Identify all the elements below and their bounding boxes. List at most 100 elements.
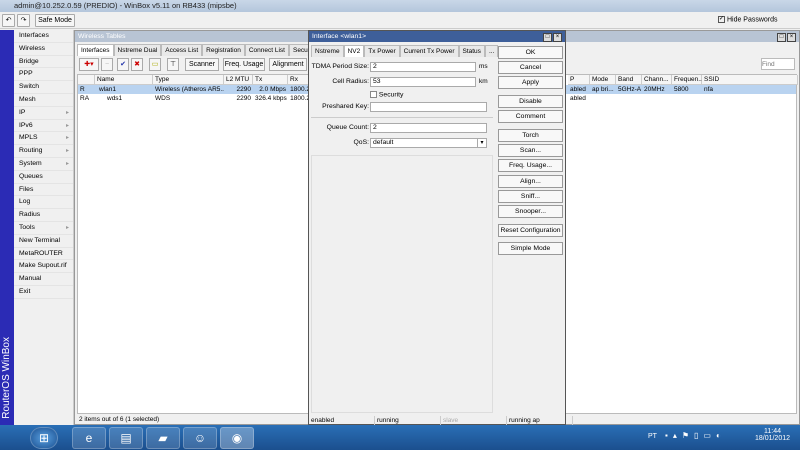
- alignment-button[interactable]: Alignment: [269, 58, 307, 71]
- table-cell-tx[interactable]: 326.4 kbps: [253, 94, 288, 103]
- table-cell-mtu[interactable]: 2290: [224, 94, 253, 103]
- scanner-button[interactable]: Scanner: [185, 58, 219, 71]
- table-cell-freq[interactable]: 5800: [672, 85, 702, 94]
- table-cell-type[interactable]: Wireless (Atheros AR5...: [153, 85, 224, 94]
- close-button[interactable]: ×: [787, 33, 796, 42]
- maximize-button[interactable]: □: [777, 33, 786, 42]
- tab-2[interactable]: Access List: [161, 44, 203, 56]
- enable-button[interactable]: ✔: [117, 58, 129, 71]
- table-cell-mode[interactable]: ap bri...: [590, 85, 616, 94]
- table-cell-chan[interactable]: 20MHz: [642, 85, 672, 94]
- disable-button[interactable]: Disable: [498, 95, 563, 108]
- sidebar-item-new-terminal[interactable]: New Terminal: [14, 235, 73, 248]
- table-cell-band[interactable]: [616, 94, 642, 103]
- ie-icon[interactable]: e: [72, 427, 106, 449]
- table-cell-band[interactable]: 5GHz-A: [616, 85, 642, 94]
- add-button[interactable]: ✚▾: [79, 58, 99, 71]
- tab-1[interactable]: Nstreme Dual: [113, 44, 162, 56]
- table-cell-flag[interactable]: RA: [78, 94, 95, 103]
- sidebar-item-bridge[interactable]: Bridge: [14, 56, 73, 69]
- apply-button[interactable]: Apply: [498, 76, 563, 89]
- table-cell-freq[interactable]: [672, 94, 702, 103]
- sidebar-item-ip[interactable]: IP ▸: [14, 107, 73, 120]
- comment-button[interactable]: Comment: [498, 110, 563, 123]
- sidebar-item-mesh[interactable]: Mesh: [14, 94, 73, 107]
- dialog-tab-4[interactable]: Status: [458, 45, 485, 57]
- dialog-tab-2[interactable]: Tx Power: [364, 45, 400, 57]
- sidebar-item-files[interactable]: Files: [14, 184, 73, 197]
- tab-0[interactable]: Interfaces: [77, 44, 114, 56]
- torch-button[interactable]: Torch: [498, 129, 563, 142]
- column-header[interactable]: SSID: [702, 75, 798, 85]
- dialog-tab-0[interactable]: Nstreme: [311, 45, 344, 57]
- sniff-button[interactable]: Sniff...: [498, 190, 563, 203]
- tdma-period-input[interactable]: 2: [370, 62, 476, 72]
- column-header[interactable]: Tx: [253, 75, 288, 85]
- sidebar-item-ipv6[interactable]: IPv6 ▸: [14, 120, 73, 133]
- sidebar-item-routing[interactable]: Routing ▸: [14, 145, 73, 158]
- maximize-button[interactable]: □: [543, 33, 552, 42]
- clock[interactable]: 11:44 18/01/2012: [750, 428, 795, 442]
- table-cell-flag[interactable]: R: [78, 85, 95, 94]
- notes-icon[interactable]: ▰: [146, 427, 180, 449]
- table-cell-mode[interactable]: [590, 94, 616, 103]
- security-checkbox[interactable]: Security: [370, 91, 403, 98]
- dialog-tab-1[interactable]: NV2: [343, 45, 365, 57]
- messenger-icon[interactable]: ☺: [183, 427, 217, 449]
- cell-radius-input[interactable]: 53: [370, 77, 476, 87]
- table-cell-ssid[interactable]: [702, 94, 798, 103]
- redo-button[interactable]: ↷: [17, 14, 30, 27]
- sidebar-item-queues[interactable]: Queues: [14, 171, 73, 184]
- reset-configuration-button[interactable]: Reset Configuration: [498, 224, 563, 237]
- queue-count-input[interactable]: 2: [370, 123, 487, 133]
- freq-usage-button[interactable]: Freq. Usage: [223, 58, 265, 71]
- simple-mode-button[interactable]: Simple Mode: [498, 242, 563, 255]
- table-cell-name[interactable]: wds1: [95, 94, 153, 103]
- freq-usage-button[interactable]: Freq. Usage...: [498, 159, 563, 172]
- table-cell-name[interactable]: wlan1: [95, 85, 153, 94]
- start-button[interactable]: ⊞: [30, 427, 58, 449]
- table-cell-ssid[interactable]: nfa: [702, 85, 798, 94]
- table-cell-chan[interactable]: [642, 94, 672, 103]
- snooper-button[interactable]: Snooper...: [498, 205, 563, 218]
- align-button[interactable]: Align...: [498, 175, 563, 188]
- column-header[interactable]: P: [568, 75, 590, 85]
- table-cell-p[interactable]: abled: [568, 94, 590, 103]
- disable-button[interactable]: ✖: [131, 58, 143, 71]
- tab-3[interactable]: Registration: [202, 44, 245, 56]
- sidebar-item-manual[interactable]: Manual: [14, 273, 73, 286]
- sidebar-item-log[interactable]: Log: [14, 196, 73, 210]
- table-cell-mtu[interactable]: 2290: [224, 85, 253, 94]
- undo-button[interactable]: ↶: [2, 14, 15, 27]
- table-cell-type[interactable]: WDS: [153, 94, 224, 103]
- table-cell-p[interactable]: abled: [568, 85, 590, 94]
- sidebar-item-system[interactable]: System ▸: [14, 158, 73, 171]
- language-indicator[interactable]: PT: [648, 433, 657, 440]
- column-header[interactable]: Band: [616, 75, 642, 85]
- comment-button[interactable]: ▭: [149, 58, 161, 71]
- column-header[interactable]: Name: [95, 75, 153, 85]
- remove-button[interactable]: −: [101, 58, 113, 71]
- hide-passwords-checkbox[interactable]: ✓ Hide Passwords: [718, 16, 778, 23]
- filter-icon[interactable]: ⊤: [167, 58, 179, 71]
- dialog-tab-3[interactable]: Current Tx Power: [399, 45, 459, 57]
- explorer-icon[interactable]: ▤: [109, 427, 143, 449]
- tray-icons[interactable]: ▪▴⚑▯▭◐: [665, 431, 726, 440]
- sidebar-item-mpls[interactable]: MPLS ▸: [14, 132, 73, 146]
- preshared-key-input[interactable]: [370, 102, 487, 112]
- sidebar-item-interfaces[interactable]: Interfaces: [14, 30, 73, 43]
- ok-button[interactable]: OK: [498, 46, 563, 59]
- sidebar-item-metarouter[interactable]: MetaROUTER: [14, 248, 73, 261]
- column-header[interactable]: Mode: [590, 75, 616, 85]
- sidebar-item-switch[interactable]: Switch: [14, 81, 73, 94]
- column-header[interactable]: [78, 75, 95, 85]
- winbox-icon[interactable]: ◉: [220, 427, 254, 449]
- sidebar-item-make-supout-rif[interactable]: Make Supout.rif: [14, 260, 73, 274]
- column-header[interactable]: L2 MTU: [224, 75, 253, 85]
- find-input[interactable]: [761, 58, 795, 70]
- close-button[interactable]: ×: [553, 33, 562, 42]
- table-cell-tx[interactable]: 2.0 Mbps: [253, 85, 288, 94]
- sidebar-item-ppp[interactable]: PPP: [14, 68, 73, 82]
- dialog-tab-5[interactable]: ...: [484, 45, 499, 57]
- sidebar-item-wireless[interactable]: Wireless: [14, 43, 73, 56]
